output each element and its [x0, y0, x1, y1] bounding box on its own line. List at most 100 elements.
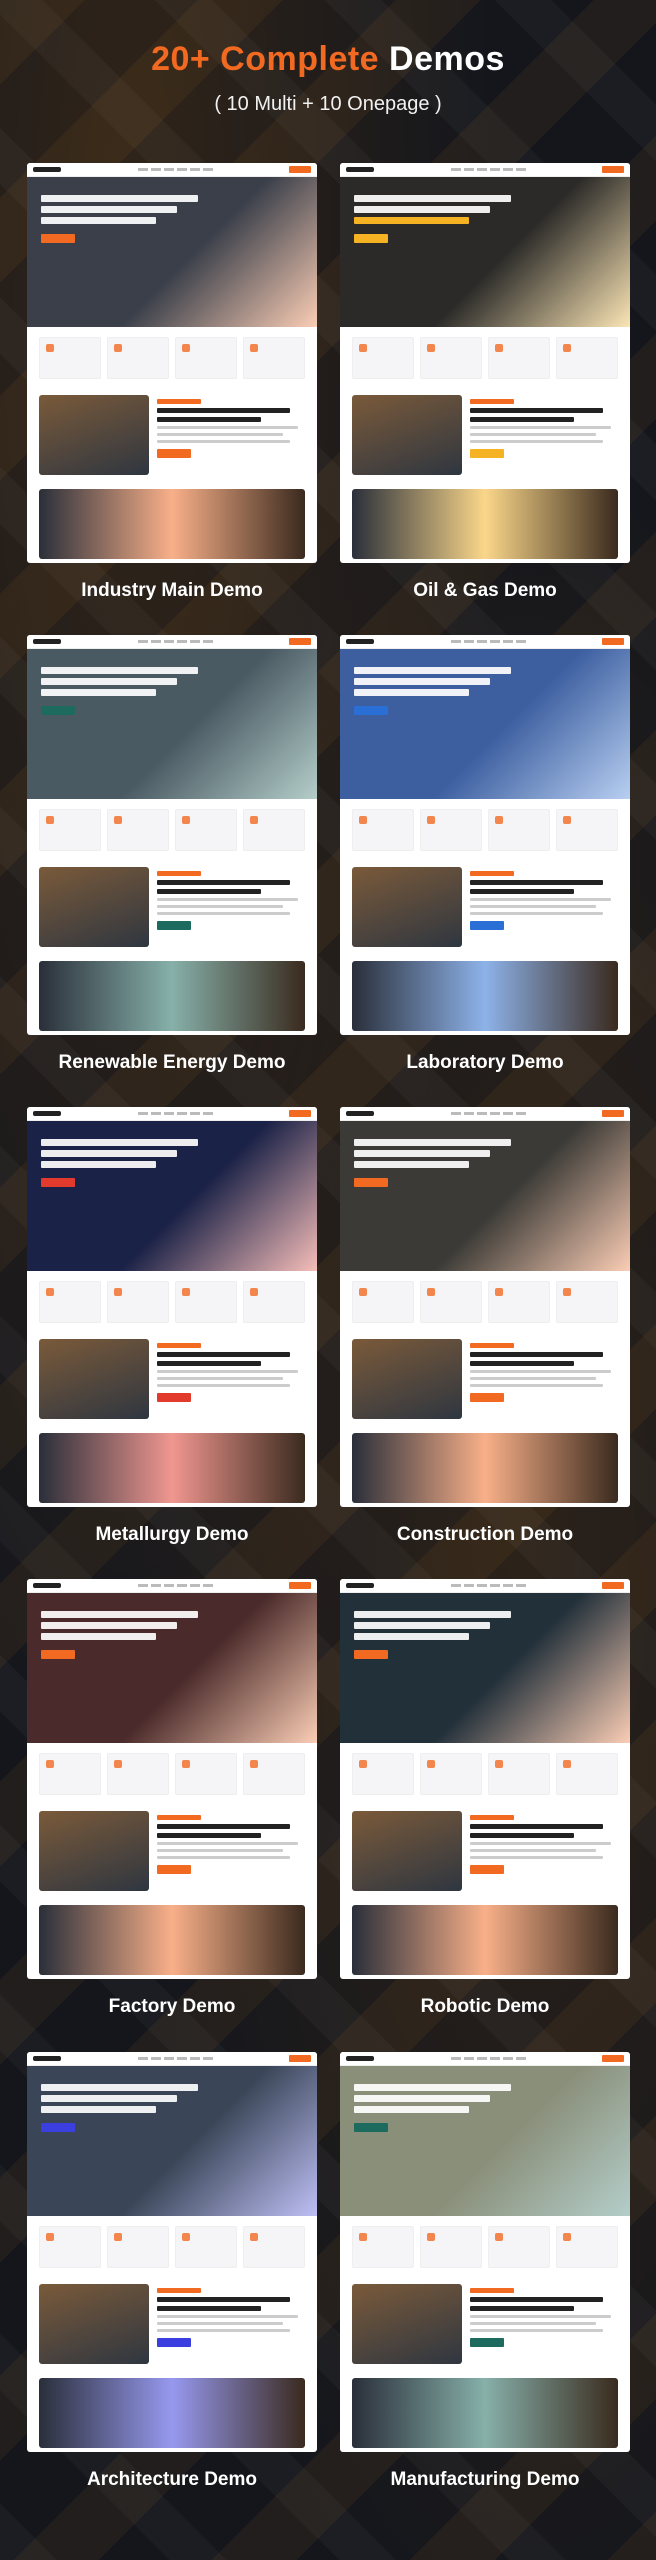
preview-hero	[340, 2066, 630, 2216]
demo-card-construction-demo[interactable]	[340, 1107, 630, 1507]
preview-feature-cards	[340, 327, 630, 389]
preview-nav-links	[378, 168, 598, 171]
demo-label-metallurgy-demo[interactable]: Metallurgy Demo	[27, 1524, 317, 1546]
preview-nav-links	[65, 168, 285, 171]
preview-feature-cards	[340, 1271, 630, 1333]
preview-image-band	[39, 489, 305, 559]
preview-nav-button	[289, 638, 311, 645]
preview-logo	[346, 639, 374, 644]
preview-feature-cards	[27, 1743, 317, 1805]
preview-about-section	[27, 389, 317, 481]
preview-image-band	[352, 1433, 618, 1503]
preview-feature-cards	[27, 327, 317, 389]
preview-image-band	[39, 2378, 305, 2448]
preview-nav-links	[65, 640, 285, 643]
preview-nav-links	[65, 1584, 285, 1587]
preview-nav-links	[65, 2057, 285, 2060]
preview-nav-button	[289, 1110, 311, 1117]
preview-nav-links	[378, 640, 598, 643]
preview-nav-links	[65, 1112, 285, 1115]
demo-label-architecture-demo[interactable]: Architecture Demo	[27, 2469, 317, 2491]
preview-nav-links	[378, 1584, 598, 1587]
preview-image-band	[352, 961, 618, 1031]
preview-feature-cards	[27, 1271, 317, 1333]
preview-navbar	[340, 2052, 630, 2066]
preview-feature-cards	[340, 799, 630, 861]
preview-logo	[346, 2056, 374, 2061]
demo-card-oil-gas-demo[interactable]	[340, 163, 630, 563]
demo-label-industry-main-demo[interactable]: Industry Main Demo	[27, 580, 317, 602]
preview-about-section	[340, 861, 630, 953]
demo-card-laboratory-demo[interactable]	[340, 635, 630, 1035]
preview-hero	[27, 1593, 317, 1743]
demo-label-oil-gas-demo[interactable]: Oil & Gas Demo	[340, 580, 630, 602]
title-accent: 20+ Complete	[151, 40, 380, 78]
preview-nav-button	[602, 1110, 624, 1117]
preview-image-band	[39, 961, 305, 1031]
preview-about-section	[340, 1805, 630, 1897]
preview-nav-button	[602, 1582, 624, 1589]
demo-card-robotic-demo[interactable]	[340, 1579, 630, 1979]
demo-label-factory-demo[interactable]: Factory Demo	[27, 1996, 317, 2018]
preview-logo	[33, 2056, 61, 2061]
demo-card-manufacturing-demo[interactable]	[340, 2052, 630, 2452]
preview-nav-links	[378, 1112, 598, 1115]
page-subtitle: ( 10 Multi + 10 Onepage )	[214, 93, 442, 115]
preview-about-section	[340, 2278, 630, 2370]
preview-nav-links	[378, 2057, 598, 2060]
preview-logo	[33, 1111, 61, 1116]
demo-label-renewable-energy-demo[interactable]: Renewable Energy Demo	[27, 1052, 317, 1074]
demo-label-robotic-demo[interactable]: Robotic Demo	[340, 1996, 630, 2018]
page-title: 20+ Complete Demos	[0, 40, 656, 79]
page-header: 20+ Complete Demos ( 10 Multi + 10 Onepa…	[0, 40, 656, 116]
preview-nav-button	[602, 638, 624, 645]
preview-hero	[340, 649, 630, 799]
demo-card-renewable-energy-demo[interactable]	[27, 635, 317, 1035]
preview-hero	[340, 1121, 630, 1271]
preview-about-section	[27, 1805, 317, 1897]
preview-nav-button	[602, 166, 624, 173]
preview-image-band	[352, 2378, 618, 2448]
preview-image-band	[39, 1433, 305, 1503]
preview-logo	[33, 1583, 61, 1588]
preview-feature-cards	[340, 2216, 630, 2278]
preview-navbar	[27, 2052, 317, 2066]
preview-image-band	[39, 1905, 305, 1975]
demo-card-architecture-demo[interactable]	[27, 2052, 317, 2452]
preview-logo	[346, 1583, 374, 1588]
preview-navbar	[340, 1107, 630, 1121]
preview-nav-button	[289, 1582, 311, 1589]
preview-about-section	[27, 861, 317, 953]
preview-navbar	[27, 1579, 317, 1593]
preview-logo	[346, 1111, 374, 1116]
preview-feature-cards	[27, 2216, 317, 2278]
preview-nav-button	[289, 166, 311, 173]
demo-card-industry-main-demo[interactable]	[27, 163, 317, 563]
demo-card-factory-demo[interactable]	[27, 1579, 317, 1979]
preview-navbar	[340, 1579, 630, 1593]
demo-label-laboratory-demo[interactable]: Laboratory Demo	[340, 1052, 630, 1074]
preview-navbar	[27, 1107, 317, 1121]
preview-feature-cards	[27, 799, 317, 861]
preview-about-section	[27, 1333, 317, 1425]
preview-hero	[340, 1593, 630, 1743]
preview-nav-button	[289, 2055, 311, 2062]
demo-label-manufacturing-demo[interactable]: Manufacturing Demo	[340, 2469, 630, 2491]
preview-about-section	[340, 389, 630, 481]
preview-hero	[27, 2066, 317, 2216]
preview-navbar	[340, 635, 630, 649]
preview-navbar	[340, 163, 630, 177]
preview-about-section	[340, 1333, 630, 1425]
preview-feature-cards	[340, 1743, 630, 1805]
preview-navbar	[27, 163, 317, 177]
demo-label-construction-demo[interactable]: Construction Demo	[340, 1524, 630, 1546]
preview-hero	[27, 649, 317, 799]
demo-card-metallurgy-demo[interactable]	[27, 1107, 317, 1507]
preview-navbar	[27, 635, 317, 649]
preview-logo	[33, 639, 61, 644]
preview-logo	[33, 167, 61, 172]
preview-hero	[27, 1121, 317, 1271]
preview-hero	[340, 177, 630, 327]
preview-image-band	[352, 1905, 618, 1975]
preview-nav-button	[602, 2055, 624, 2062]
